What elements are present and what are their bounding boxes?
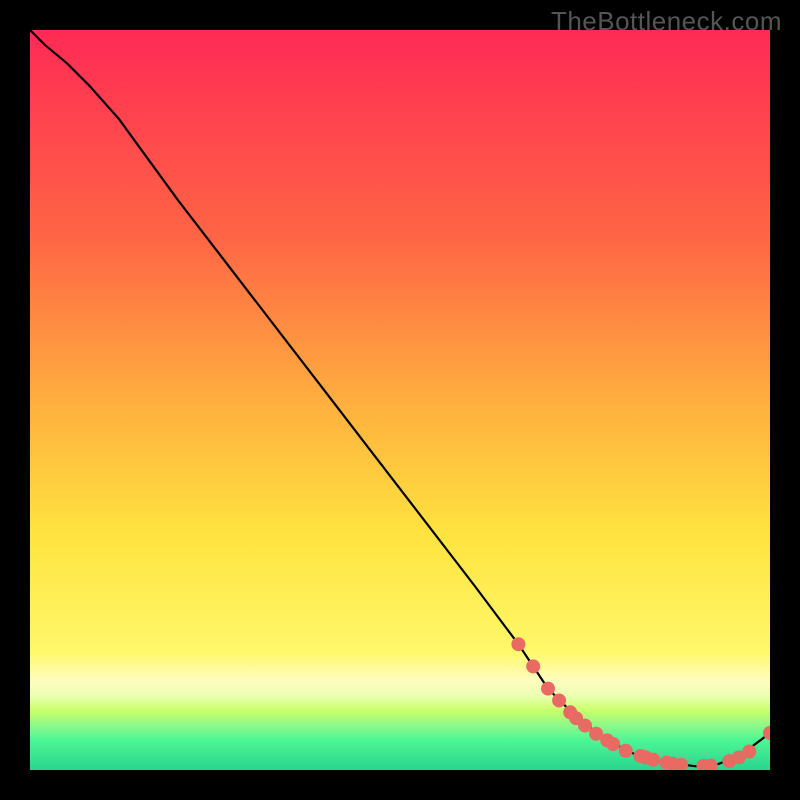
highlight-marker [646,753,660,767]
bottleneck-chart [30,30,770,770]
watermark-text: TheBottleneck.com [551,6,782,37]
highlight-marker [541,682,555,696]
highlight-marker [742,745,756,759]
highlight-marker [526,659,540,673]
highlight-marker [552,693,566,707]
gradient-background [30,30,770,770]
highlight-marker [511,637,525,651]
highlight-marker [606,737,620,751]
highlight-marker [619,744,633,758]
chart-viewport: TheBottleneck.com [0,0,800,800]
